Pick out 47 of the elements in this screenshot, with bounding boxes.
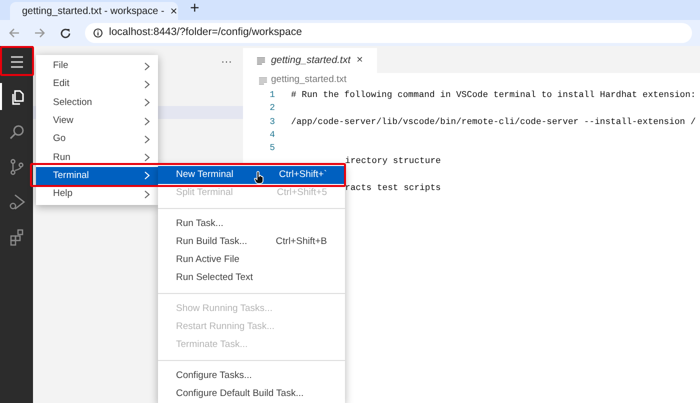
menu-item[interactable]: Configure Default Build Task... — [158, 385, 345, 403]
menu-item[interactable]: File — [36, 57, 158, 76]
menu-item[interactable]: View — [36, 112, 158, 130]
hand-cursor-icon — [254, 171, 264, 184]
line-number: 1 — [268, 88, 275, 102]
search-icon[interactable] — [8, 122, 26, 140]
menu-item[interactable]: Run — [36, 148, 158, 167]
line-number: 2 — [268, 102, 275, 116]
breadcrumb[interactable]: getting_started.txt — [271, 73, 347, 88]
menu-item[interactable]: Run Build Task... Ctrl+Shift+B — [158, 233, 345, 251]
menu-item[interactable]: Terminal — [36, 166, 158, 186]
text-file-icon — [259, 76, 267, 84]
line-number: 3 — [268, 116, 275, 128]
info-icon — [93, 28, 103, 38]
play-bug-icon[interactable] — [8, 192, 26, 210]
close-tab-button[interactable]: × — [356, 55, 363, 66]
back-icon[interactable] — [8, 28, 20, 38]
line-number: 5 — [268, 142, 275, 156]
menu-item[interactable]: Help — [36, 185, 158, 204]
menu-item[interactable]: New Terminal Ctrl+Shift+` — [158, 166, 345, 184]
highlight-frame — [0, 46, 34, 76]
tab-label: getting_started.txt — [271, 54, 350, 68]
menu-item[interactable]: Configure Tasks... — [158, 367, 345, 385]
url-text: localhost:8443/?folder=/config/workspace — [109, 25, 302, 40]
code-line: racts test scripts — [345, 182, 441, 196]
browser-tab[interactable]: getting_started.txt - workspace - × — [10, 2, 178, 20]
more-actions-button[interactable]: ··· — [221, 54, 232, 70]
code-line: irectory structure — [345, 155, 441, 168]
menu-item[interactable]: Run Selected Text — [158, 269, 345, 287]
forward-icon[interactable] — [34, 28, 46, 38]
branch-icon[interactable] — [8, 158, 26, 176]
menu-item[interactable]: Edit — [36, 75, 158, 94]
blocks-icon[interactable] — [8, 228, 26, 246]
editor-tab[interactable]: getting_started.txt × — [243, 48, 377, 73]
line-number: 4 — [268, 128, 275, 142]
tab-title: getting_started.txt - workspace - — [22, 4, 164, 18]
menu-item[interactable]: Run Task... — [158, 215, 345, 233]
menu-item[interactable]: Run Active File — [158, 251, 345, 269]
code-line: # Run the following command in VSCode terminal to install Hardhat extension: — [291, 88, 696, 102]
code-line: /app/code-server/lib/vscode/bin/remote-cli/code-server --install-extension / — [291, 116, 696, 129]
menu-item[interactable]: Selection — [36, 94, 158, 112]
reload-icon[interactable] — [60, 28, 71, 38]
address-bar[interactable]: localhost:8443/?folder=/config/workspace — [85, 23, 692, 43]
close-tab-button[interactable]: × — [170, 5, 178, 17]
menu-item[interactable]: Go — [36, 130, 158, 148]
text-file-icon — [257, 56, 265, 64]
new-tab-button[interactable]: + — [190, 1, 200, 17]
